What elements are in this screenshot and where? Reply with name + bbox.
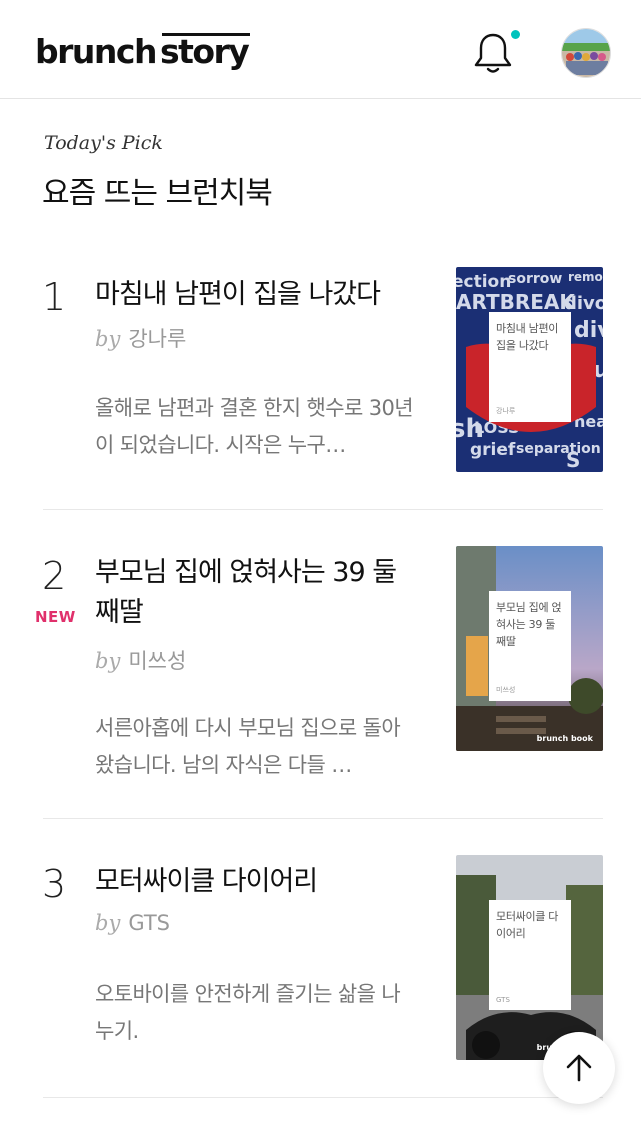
by-label: by <box>95 327 121 351</box>
book-description: 서른아홉에 다시 부모님 집으로 돌아왔습니다. 남의 자식은 다들 … <box>95 710 417 784</box>
by-label: by <box>95 911 121 935</box>
notification-dot <box>511 30 520 39</box>
svg-text:grief: grief <box>470 440 516 460</box>
byline: by 강나루 <box>95 323 186 353</box>
rank-number: 2 <box>42 554 67 598</box>
divider <box>43 818 603 819</box>
cover-author: 강나루 <box>496 407 516 415</box>
book-cover[interactable]: ection sorrow remo ARTBREAK divor div su… <box>456 267 603 472</box>
svg-text:S: S <box>566 448 580 472</box>
author-name[interactable]: 미쓰성 <box>128 649 186 673</box>
svg-text:divor: divor <box>564 293 603 314</box>
cover-title: 모터싸이클 다이어리 <box>496 910 559 940</box>
rank-number: 1 <box>42 275 67 319</box>
book-title[interactable]: 모터싸이클 다이어리 <box>95 862 415 902</box>
arrow-up-icon <box>566 1054 592 1082</box>
description-text: 올해로 남편과 결혼 한지 햇수로 30년이 되었습니다. 시작은 누구… <box>95 396 414 457</box>
logo-text-brunch: brunch <box>35 32 157 71</box>
book-cover[interactable]: 모터싸이클 다이어리 GTS brunch book <box>456 855 603 1060</box>
book-title[interactable]: 부모님 집에 얹혀사는 39 둘째딸 <box>95 553 415 633</box>
divider <box>43 509 603 510</box>
book-cover[interactable]: 부모님 집에 얹혀사는 39 둘째딸 미쓰성 brunch book <box>456 546 603 751</box>
cover-card: 마침내 남편이 집을 나갔다 강나루 <box>489 312 571 422</box>
svg-text:ection: ection <box>456 272 511 292</box>
top-bar: brunch story <box>0 0 641 99</box>
cover-card: 모터싸이클 다이어리 GTS <box>489 900 571 1010</box>
svg-text:ARTBREAK: ARTBREAK <box>456 290 576 314</box>
svg-text:div: div <box>574 318 603 343</box>
divider <box>43 1097 603 1098</box>
avatar[interactable] <box>561 28 611 78</box>
book-description: 올해로 남편과 결혼 한지 햇수로 30년이 되었습니다. 시작은 누구… <box>95 390 417 464</box>
section-title: 요즘 뜨는 브런치북 <box>42 176 273 211</box>
description-text: 서른아홉에 다시 부모님 집으로 돌아왔습니다. 남의 자식은 다들 … <box>95 716 401 777</box>
author-name[interactable]: GTS <box>128 911 170 935</box>
cover-brand: brunch book <box>536 734 593 743</box>
byline: by 미쓰성 <box>95 645 186 675</box>
svg-text:sorrow: sorrow <box>508 271 562 287</box>
author-name[interactable]: 강나루 <box>128 327 186 351</box>
cover-author: 미쓰성 <box>496 686 516 694</box>
new-badge: NEW <box>35 608 76 626</box>
by-label: by <box>95 649 121 673</box>
brunch-story-logo[interactable]: brunch story <box>35 30 251 74</box>
cover-title: 부모님 집에 얹혀사는 39 둘째딸 <box>496 601 562 648</box>
bell-icon[interactable] <box>470 30 516 76</box>
cover-card: 부모님 집에 얹혀사는 39 둘째딸 미쓰성 <box>489 591 571 701</box>
logo-text-story: story <box>160 30 251 74</box>
section-subtitle: Today's Pick <box>44 132 163 154</box>
book-description: 오토바이를 안전하게 즐기는 삶을 나누기. <box>95 976 417 1050</box>
cover-title: 마침내 남편이 집을 나갔다 <box>496 322 559 352</box>
svg-text:remo: remo <box>568 270 603 284</box>
byline: by GTS <box>95 911 170 935</box>
book-title[interactable]: 마침내 남편이 집을 나갔다 <box>95 275 415 315</box>
scroll-to-top-button[interactable] <box>543 1032 615 1104</box>
rank-number: 3 <box>42 862 67 906</box>
svg-text:separation: separation <box>516 441 601 457</box>
description-text: 오토바이를 안전하게 즐기는 삶을 나누기. <box>95 982 401 1043</box>
cover-author: GTS <box>496 996 510 1004</box>
